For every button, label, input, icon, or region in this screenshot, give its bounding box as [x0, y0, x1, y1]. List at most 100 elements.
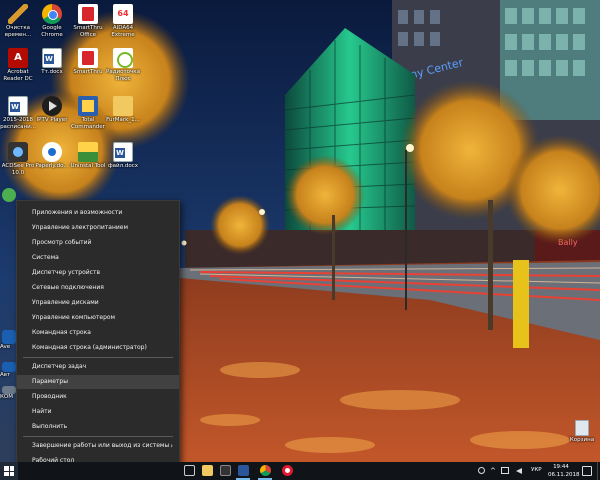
word-document-icon: [113, 142, 133, 162]
desktop-icon-label: IPTV Player: [36, 117, 68, 123]
desktop-icon-acdsee[interactable]: ACDSee Pro 10.0: [0, 142, 36, 176]
desktop-icon-acrobat-reader[interactable]: Acrobat Reader DC: [0, 48, 36, 82]
computer-icon: [2, 386, 16, 394]
taskbar-app-task-view[interactable]: [180, 462, 198, 480]
menu-item-label: Управление электропитанием: [32, 224, 128, 231]
desktop-icon-smartthru-office[interactable]: SmartThru Office: [70, 4, 106, 38]
tray-clock[interactable]: 19:44 06.11.2018: [548, 463, 580, 479]
desktop-icon-label: Тт.docx: [41, 69, 63, 75]
menu-item-run[interactable]: Выполнить: [17, 420, 179, 434]
menu-item-device-manager[interactable]: Диспетчер устройств: [17, 266, 179, 280]
folder-icon: [113, 96, 133, 116]
desktop-icon-label: Total Commander: [71, 117, 105, 130]
desktop-icon-label: SmartThru: [73, 69, 103, 75]
menu-item-label: Просмотр событий: [32, 239, 92, 246]
smartthru-icon: [78, 4, 98, 24]
desktop-icon-fail-docx[interactable]: файл.docx: [105, 142, 141, 170]
menu-item-label: Найти: [32, 408, 52, 415]
desktop-icon-google-chrome[interactable]: Google Chrome: [34, 4, 70, 38]
desktop-icon-label: FurMark_1...: [106, 117, 140, 123]
uninstall-tool-icon: [78, 142, 98, 162]
windows-logo-icon: [4, 466, 14, 476]
menu-item-label: Сетевые подключения: [32, 284, 104, 291]
menu-item-label: Проводник: [32, 393, 67, 400]
opera-icon: [282, 465, 293, 476]
desktop-icon-label: файл.docx: [107, 163, 139, 169]
task-view-icon: [184, 465, 195, 476]
taskbar-app-calculator[interactable]: [216, 462, 234, 480]
menu-item-label: Система: [32, 254, 59, 261]
menu-item-search[interactable]: Найти: [17, 405, 179, 419]
menu-item-label: Приложения и возможности: [32, 209, 123, 216]
desktop-icon-cleanup[interactable]: Очистка времен...: [0, 4, 36, 38]
menu-item-network-connections[interactable]: Сетевые подключения: [17, 281, 179, 295]
start-button[interactable]: [0, 462, 18, 480]
desktop-icon-label: Радиоточка Плюс: [106, 69, 140, 82]
desktop-icon-label: 2015-2018 расписани...: [0, 117, 36, 130]
acdsee-icon: [8, 142, 28, 162]
disk-icon: [42, 142, 62, 162]
tray-language[interactable]: УКР: [531, 467, 542, 473]
desktop-icon-label: Acrobat Reader DC: [3, 69, 33, 82]
taskbar-app-chrome[interactable]: [256, 462, 274, 480]
broom-icon: [8, 4, 28, 24]
menu-item-command-prompt-admin[interactable]: Командная строка (администратор): [17, 341, 179, 355]
desktop-icon-tt-docx[interactable]: Тт.docx: [34, 48, 70, 76]
word-icon: [238, 465, 249, 476]
calculator-icon: [220, 465, 231, 476]
desktop-icon-paperly[interactable]: Paperly.do...: [34, 142, 70, 170]
desktop-icon-total-commander[interactable]: Total Commander: [70, 96, 106, 130]
tray-chevron-up-icon[interactable]: ^: [490, 467, 496, 480]
desktop-icon-recycle-bin[interactable]: Корзина: [564, 420, 600, 444]
desktop-icon-uninstall-tool[interactable]: Uninstal Tool: [70, 142, 106, 170]
desktop-icon-label: SmartThru Office: [73, 25, 103, 38]
menu-item-label: Диспетчер задач: [32, 363, 87, 370]
menu-item-power-options[interactable]: Управление электропитанием: [17, 221, 179, 235]
menu-item-label: Управление компьютером: [32, 314, 116, 321]
desktop-icon-smartthru[interactable]: SmartThru: [70, 48, 106, 76]
radio-icon: [113, 48, 133, 68]
desktop-icon-label: Google Chrome: [41, 25, 63, 38]
desktop-icon-label: Корзина: [569, 437, 595, 443]
taskbar-app-file-explorer[interactable]: [198, 462, 216, 480]
app-icon: [2, 188, 16, 202]
menu-item-settings[interactable]: Параметры: [17, 375, 179, 389]
menu-separator: [23, 436, 173, 437]
menu-item-system[interactable]: Система: [17, 251, 179, 265]
recycle-bin-icon: [575, 420, 589, 436]
action-center-icon[interactable]: [582, 466, 592, 476]
taskbar: ^ УКР 19:44 06.11.2018: [0, 462, 600, 480]
desktop-icon-furmark[interactable]: FurMark_1...: [105, 96, 141, 124]
word-document-icon: [42, 48, 62, 68]
menu-item-label: Командная строка (администратор): [32, 344, 147, 351]
desktop-icon-schedule-docx[interactable]: 2015-2018 расписани...: [0, 96, 36, 130]
desktop-icon-label: AIDA64 Extreme: [111, 25, 135, 38]
desktop-icon-iptv-player[interactable]: IPTV Player: [34, 96, 70, 124]
taskbar-app-opera[interactable]: [278, 462, 296, 480]
folder-icon: [202, 465, 213, 476]
chrome-icon: [260, 465, 271, 476]
clock-date: 06.11.2018: [548, 472, 580, 478]
menu-item-task-manager[interactable]: Диспетчер задач: [17, 360, 179, 374]
chevron-right-icon: ›: [170, 442, 173, 450]
menu-item-label: Параметры: [32, 378, 68, 385]
app-icon: [2, 330, 16, 344]
player-icon: [42, 96, 62, 116]
aida64-icon: [113, 4, 133, 24]
menu-item-computer-management[interactable]: Управление компьютером: [17, 311, 179, 325]
menu-item-disk-management[interactable]: Управление дисками: [17, 296, 179, 310]
taskbar-app-word[interactable]: [234, 462, 252, 480]
menu-item-command-prompt[interactable]: Командная строка: [17, 326, 179, 340]
clock-time: 19:44: [553, 464, 569, 470]
menu-item-file-explorer[interactable]: Проводник: [17, 390, 179, 404]
word-document-icon: [8, 96, 28, 116]
desktop-icon-label: Uninstal Tool: [70, 163, 106, 169]
menu-item-label: Завершение работы или выход из системы: [32, 442, 170, 449]
desktop-icon-radio[interactable]: Радиоточка Плюс: [105, 48, 141, 82]
menu-item-event-viewer[interactable]: Просмотр событий: [17, 236, 179, 250]
desktop-icon-aida64[interactable]: AIDA64 Extreme: [105, 4, 141, 38]
menu-item-shutdown-or-sign-out[interactable]: Завершение работы или выход из системы ›: [17, 439, 179, 453]
menu-item-label: Командная строка: [32, 329, 91, 336]
menu-item-apps-and-features[interactable]: Приложения и возможности: [17, 206, 179, 220]
power-user-menu: Приложения и возможности Управление элек…: [16, 200, 180, 470]
